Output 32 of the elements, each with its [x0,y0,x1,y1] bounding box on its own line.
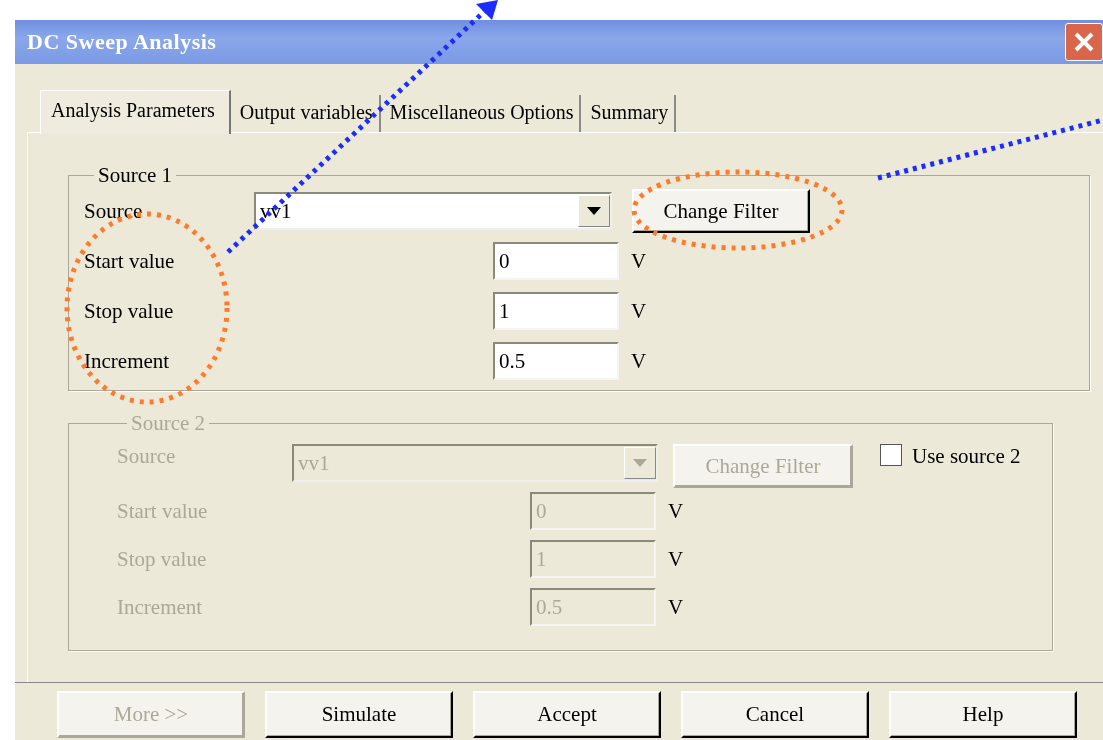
checkbox-label: Use source 2 [912,444,1021,469]
unit-label: V [668,498,684,524]
value-field[interactable]: 0.5 [493,342,619,380]
value-field[interactable]: 0 [493,242,619,280]
dialog-button[interactable]: Help [889,691,1077,738]
source-dropdown[interactable]: vv1 [254,192,612,230]
dialog-button[interactable]: Accept [473,691,661,738]
field-label: Increment [117,594,204,620]
dropdown-arrow-icon [587,207,601,215]
tab[interactable]: Analysis Parameters [40,90,231,134]
group-title: Source 1 [97,163,174,188]
dropdown-arrow-icon [633,459,647,467]
unit-label: V [631,348,647,374]
field-label: Stop value [117,546,208,572]
dialog-button[interactable]: Cancel [681,691,869,738]
unit-label: V [668,546,684,572]
unit-label: V [631,248,647,274]
field-label: Start value [117,498,209,524]
unit-label: V [668,594,684,620]
field-label: Source [117,444,177,469]
change-filter-button[interactable]: Change Filter [632,189,810,233]
unit-label: V [631,298,647,324]
window-title: DC Sweep Analysis [27,29,217,55]
field-label: Source [84,198,144,224]
dialog-button[interactable]: Simulate [265,691,453,738]
field-label: Increment [84,348,171,374]
field-label: Start value [84,248,176,274]
group-title: Source 2 [130,411,207,436]
value-field[interactable]: 1 [493,292,619,330]
close-button[interactable] [1065,23,1103,61]
close-icon [1073,31,1095,53]
field-label: Stop value [84,298,175,324]
